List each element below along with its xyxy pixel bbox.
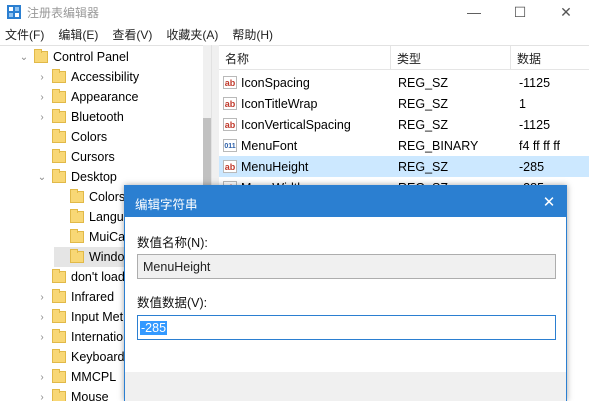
chevron-right-icon[interactable]: › (36, 307, 48, 327)
folder-icon (70, 249, 84, 263)
tree-item-keyboard[interactable]: Keyboard (36, 347, 125, 367)
folder-icon (52, 289, 66, 303)
value-name-field: MenuHeight (137, 254, 556, 279)
chevron-right-icon[interactable]: › (36, 87, 48, 107)
tree-item-cursors[interactable]: Cursors (36, 147, 115, 167)
tree-item-control-panel[interactable]: ⌄ Control Panel (18, 47, 129, 67)
column-header-data[interactable]: 数据 (511, 46, 589, 70)
tree-item-colors[interactable]: Colors (36, 127, 107, 147)
chevron-down-icon[interactable]: ⌄ (36, 167, 48, 187)
folder-icon (52, 309, 66, 323)
folder-icon (52, 89, 66, 103)
chevron-right-icon[interactable]: › (36, 287, 48, 307)
list-item[interactable]: ab IconVerticalSpacing REG_SZ -1125 (219, 114, 589, 135)
folder-icon (52, 149, 66, 163)
dialog-title: 编辑字符串 (135, 198, 198, 212)
folder-icon (52, 389, 66, 401)
folder-icon (70, 209, 84, 223)
folder-icon (52, 129, 66, 143)
chevron-right-icon[interactable]: › (36, 367, 48, 387)
dialog-footer (125, 372, 566, 401)
menu-help[interactable]: 帮助(H) (231, 26, 274, 43)
folder-icon (52, 369, 66, 383)
folder-icon (70, 229, 84, 243)
maximize-button[interactable]: ☐ (497, 0, 543, 24)
value-data-input[interactable]: -285 (137, 315, 556, 340)
folder-icon (52, 69, 66, 83)
folder-icon (52, 169, 66, 183)
tree-item-appearance[interactable]: › Appearance (36, 87, 138, 107)
column-header-name[interactable]: 名称 (219, 46, 391, 70)
menu-file[interactable]: 文件(F) (4, 26, 45, 43)
chevron-right-icon[interactable]: › (36, 67, 48, 87)
regedit-app-icon (7, 5, 21, 19)
folder-icon (52, 349, 66, 363)
title-bar: 注册表编辑器 — ☐ ✕ (0, 0, 589, 24)
menu-edit[interactable]: 编辑(E) (57, 26, 99, 43)
chevron-down-icon[interactable]: ⌄ (18, 47, 30, 67)
folder-icon (52, 269, 66, 283)
tree-item-desktop[interactable]: ⌄ Desktop (36, 167, 117, 187)
value-name-label: 数值名称(N): (137, 236, 208, 250)
dialog-close-button[interactable]: ✕ (532, 186, 566, 217)
dialog-title-bar[interactable]: 编辑字符串 ✕ (125, 186, 566, 217)
list-item[interactable]: ab IconSpacing REG_SZ -1125 (219, 72, 589, 93)
chevron-right-icon[interactable]: › (36, 107, 48, 127)
folder-icon (70, 189, 84, 203)
edit-string-dialog: 编辑字符串 ✕ 数值名称(N): MenuHeight 数值数据(V): -28… (124, 185, 567, 401)
chevron-right-icon[interactable]: › (36, 387, 48, 401)
string-value-icon: ab (223, 160, 237, 173)
list-header: 名称 类型 数据 (219, 46, 589, 70)
tree-item-bluetooth[interactable]: › Bluetooth (36, 107, 124, 127)
tree-item-desktop-colors[interactable]: Colors (54, 187, 125, 207)
folder-icon (52, 109, 66, 123)
menu-view[interactable]: 查看(V) (111, 26, 153, 43)
menu-favorites[interactable]: 收藏夹(A) (165, 26, 219, 43)
list-item-selected[interactable]: ab MenuHeight REG_SZ -285 (219, 156, 589, 177)
list-item[interactable]: ab IconTitleWrap REG_SZ 1 (219, 93, 589, 114)
tree-item-accessibility[interactable]: › Accessibility (36, 67, 139, 87)
menu-bar: 文件(F) 编辑(E) 查看(V) 收藏夹(A) 帮助(H) (0, 24, 589, 44)
folder-icon (52, 329, 66, 343)
string-value-icon: ab (223, 118, 237, 131)
column-header-type[interactable]: 类型 (391, 46, 511, 70)
tree-item-infrared[interactable]: › Infrared (36, 287, 114, 307)
tree-item-mmcpl[interactable]: › MMCPL (36, 367, 116, 387)
minimize-button[interactable]: — (451, 0, 497, 24)
chevron-right-icon[interactable]: › (36, 327, 48, 347)
string-value-icon: ab (223, 97, 237, 110)
string-value-icon: ab (223, 76, 237, 89)
tree-item-mouse[interactable]: › Mouse (36, 387, 109, 401)
binary-value-icon: 011 (223, 139, 237, 152)
list-item[interactable]: 011 MenuFont REG_BINARY f4 ff ff ff (219, 135, 589, 156)
value-data-label: 数值数据(V): (137, 296, 208, 310)
window-title: 注册表编辑器 (27, 6, 100, 20)
folder-icon (34, 49, 48, 63)
close-button[interactable]: ✕ (543, 0, 589, 24)
tree-item-dont-load[interactable]: don't load (36, 267, 125, 287)
